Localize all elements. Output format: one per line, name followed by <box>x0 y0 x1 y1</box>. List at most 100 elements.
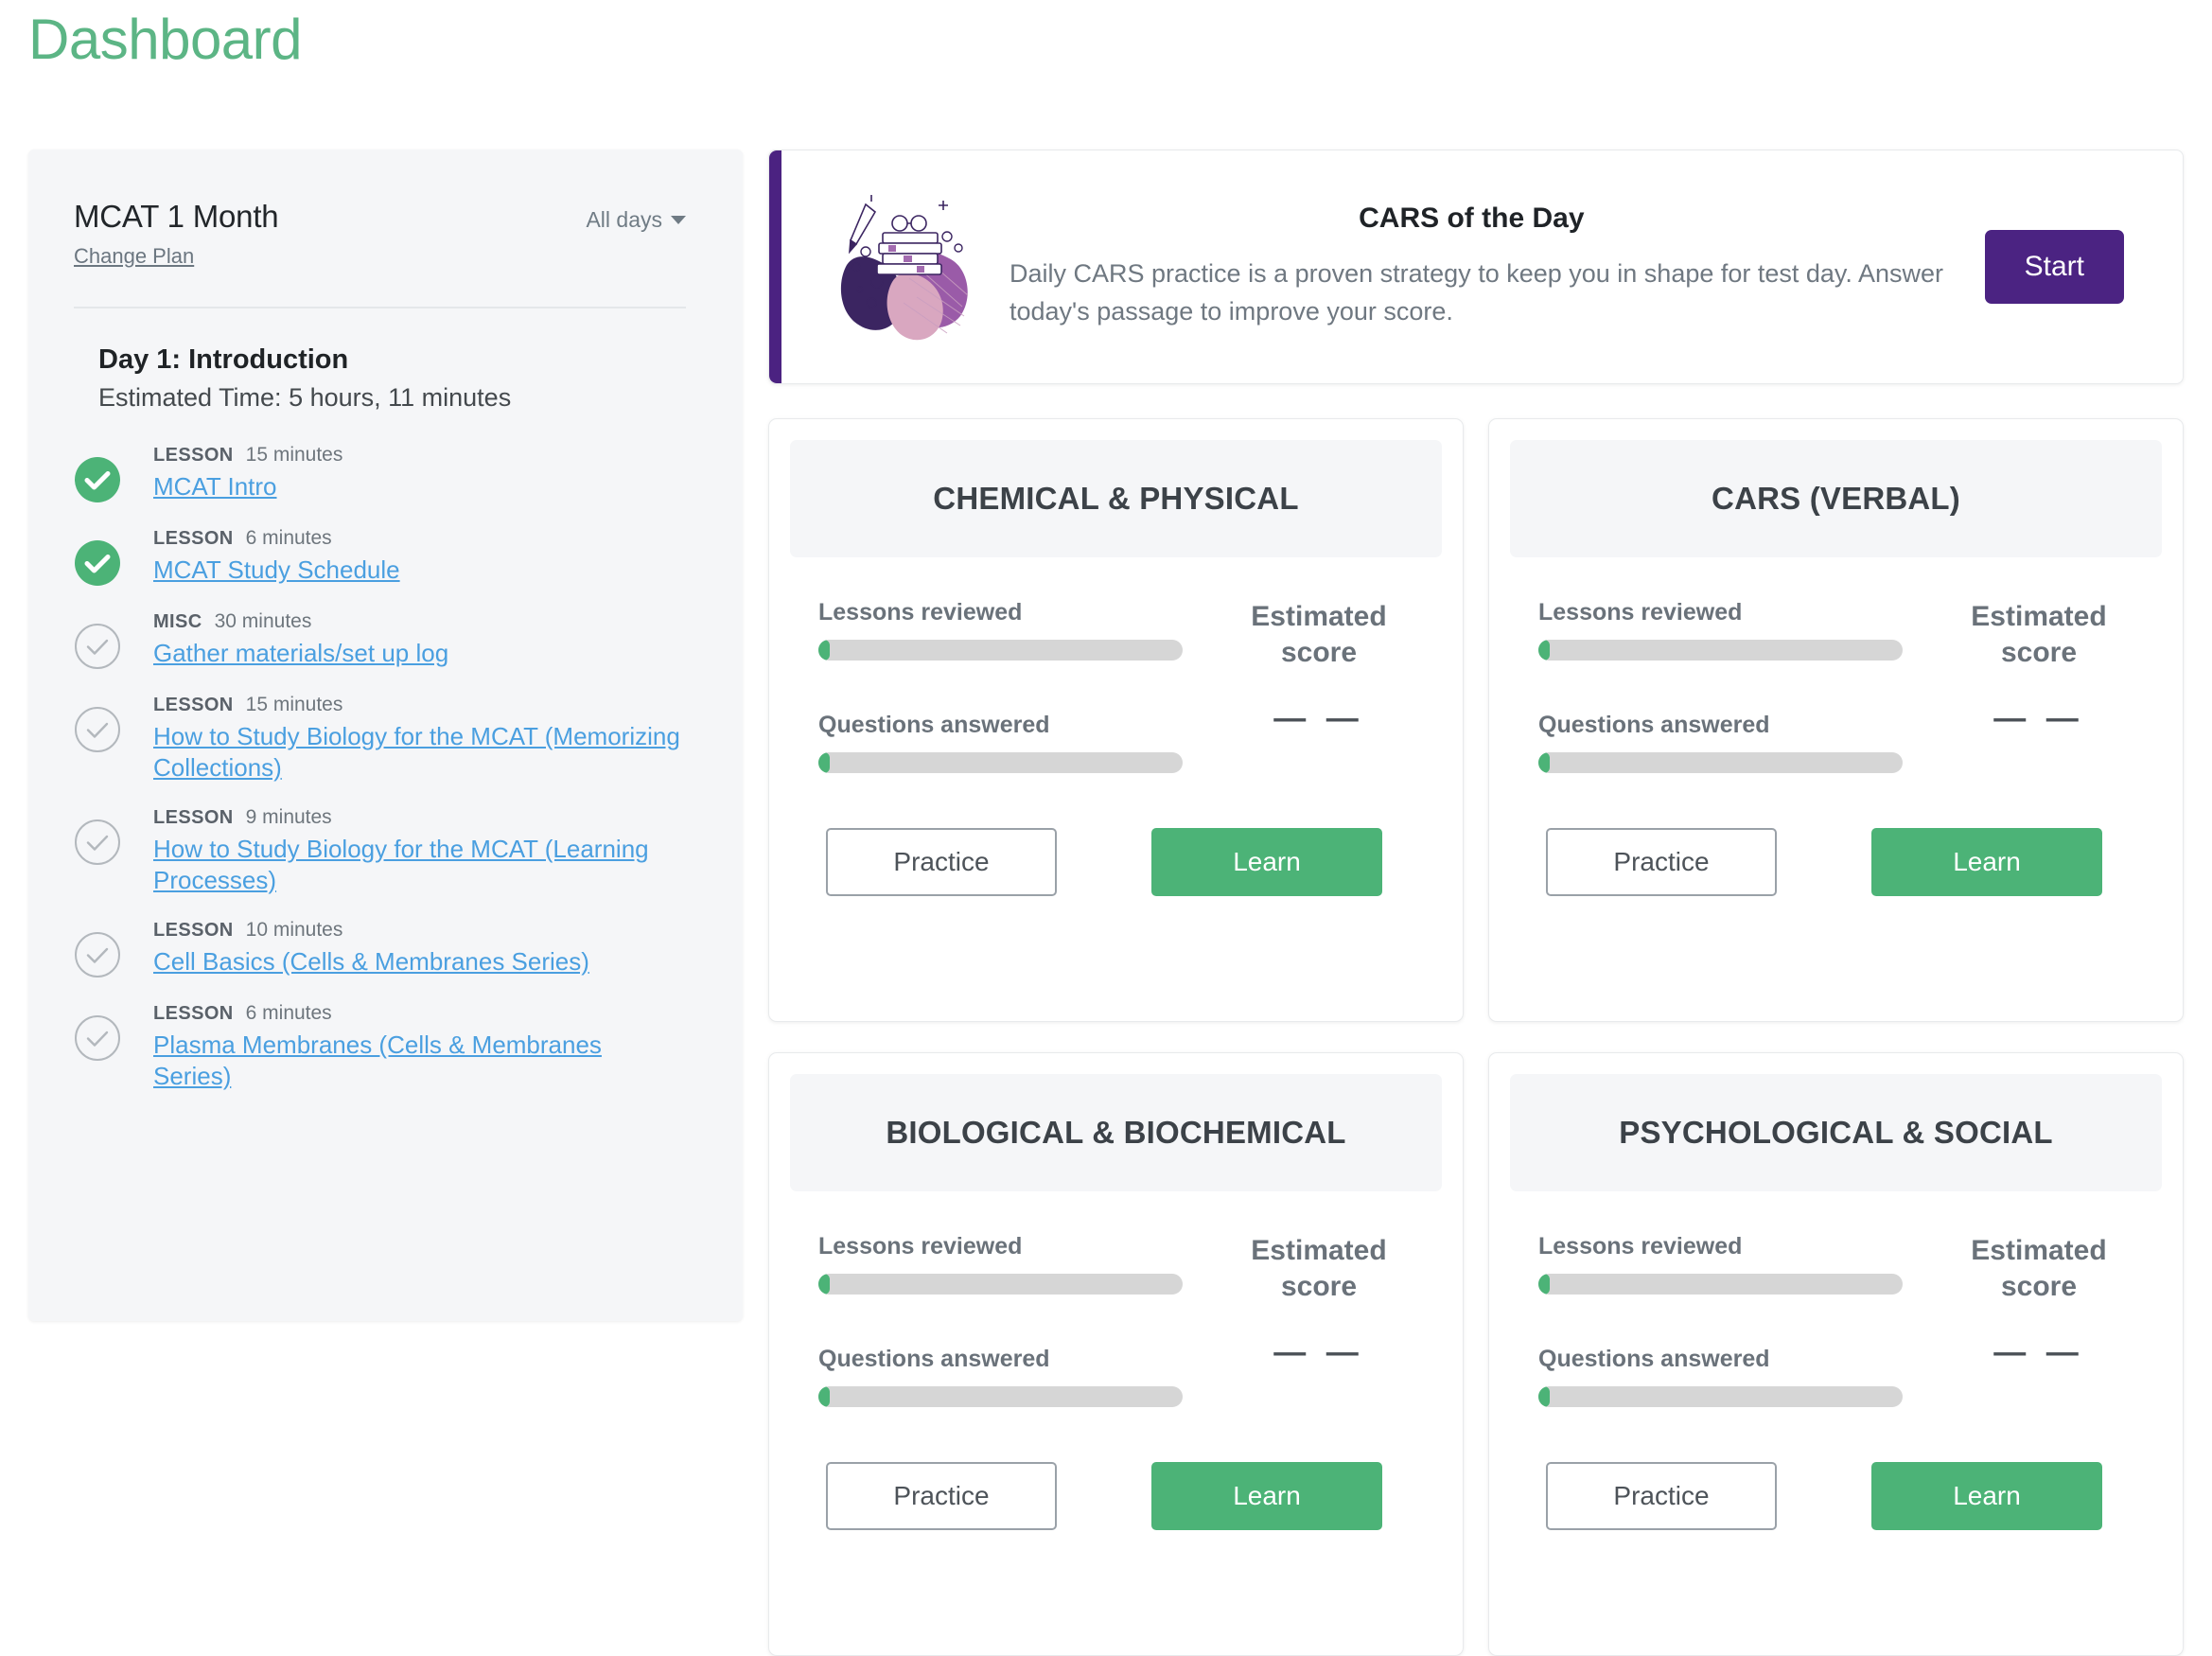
all-days-label: All days <box>586 207 662 232</box>
subject-card-actions: Practice Learn <box>790 828 1442 896</box>
task-body: LESSON 15 minutes MCAT Intro <box>153 445 342 502</box>
task-kind: LESSON <box>153 528 234 549</box>
estimated-score-value: — — <box>1273 1333 1364 1370</box>
task-meta: LESSON 6 minutes <box>153 528 400 548</box>
check-circle-outline-icon[interactable] <box>74 819 121 866</box>
books-stack-illustration-icon <box>834 191 975 343</box>
questions-answered-label: Questions answered <box>1538 1346 1770 1372</box>
estimated-score-label: Estimated score <box>1971 1235 2107 1303</box>
task-link[interactable]: MCAT Intro <box>153 472 277 501</box>
task-kind: LESSON <box>153 807 234 828</box>
subject-card: BIOLOGICAL & BIOCHEMICAL Lessons reviewed… <box>768 1052 1464 1656</box>
check-circle-filled-icon[interactable] <box>74 539 121 587</box>
task-meta: MISC 30 minutes <box>153 611 448 631</box>
learn-button[interactable]: Learn <box>1151 1462 1382 1530</box>
learn-button[interactable]: Learn <box>1871 828 2102 896</box>
banner-description: Daily CARS practice is a proven strategy… <box>1009 259 1943 326</box>
check-circle-outline-icon[interactable] <box>74 931 121 978</box>
banner-title: CARS of the Day <box>1359 203 1585 235</box>
practice-button[interactable]: Practice <box>1546 1462 1777 1530</box>
banner-accent-bar <box>769 150 781 383</box>
check-circle-outline-icon[interactable] <box>74 706 121 753</box>
task-list: LESSON 15 minutes MCAT Intro LESSON 6 minute… <box>74 445 686 1091</box>
questions-answered-label: Questions answered <box>1538 712 1770 738</box>
subject-stats: Lessons reviewed Questions answered <box>818 1191 1224 1407</box>
task-duration: 9 minutes <box>245 806 332 828</box>
task-kind: LESSON <box>153 1003 234 1024</box>
questions-answered-progress <box>818 1386 1183 1407</box>
task-item: LESSON 10 minutes Cell Basics (Cells & Mem… <box>74 920 686 978</box>
task-link[interactable]: How to Study Biology for the MCAT (Memor… <box>153 722 680 782</box>
task-link[interactable]: Gather materials/set up log <box>153 639 448 667</box>
task-item: MISC 30 minutes Gather materials/set up lo… <box>74 611 686 670</box>
subject-card-body: Lessons reviewed Questions answered Estima… <box>1510 557 2162 773</box>
estimated-score: Estimated score — — <box>1224 1191 1413 1407</box>
check-circle-filled-icon[interactable] <box>74 456 121 503</box>
estimated-score: Estimated score — — <box>1224 557 1413 773</box>
lessons-reviewed-progress <box>1538 640 1903 661</box>
check-circle-outline-icon[interactable] <box>74 623 121 670</box>
task-link[interactable]: Plasma Membranes (Cells & Membranes Seri… <box>153 1031 602 1090</box>
task-duration: 10 minutes <box>245 919 343 941</box>
estimated-score-value: — — <box>1993 1333 2084 1370</box>
check-circle-outline-icon[interactable] <box>74 1014 121 1062</box>
lessons-reviewed-label: Lessons reviewed <box>818 1233 1023 1260</box>
main-content: CARS of the Day Daily CARS practice is a… <box>768 150 2184 1656</box>
all-days-dropdown[interactable]: All days <box>586 207 686 233</box>
start-button[interactable]: Start <box>1984 230 2124 304</box>
task-body: LESSON 6 minutes MCAT Study Schedule <box>153 528 400 586</box>
task-kind: LESSON <box>153 920 234 941</box>
task-link[interactable]: Cell Basics (Cells & Membranes Series) <box>153 947 589 976</box>
task-meta: LESSON 15 minutes <box>153 445 342 465</box>
lessons-reviewed-progress <box>1538 1274 1903 1295</box>
subject-stats: Lessons reviewed Questions answered <box>1538 1191 1944 1407</box>
task-kind: MISC <box>153 611 202 632</box>
task-kind: LESSON <box>153 695 234 715</box>
estimated-score: Estimated score — — <box>1944 1191 2133 1407</box>
subject-stats: Lessons reviewed Questions answered <box>818 557 1224 773</box>
estimated-score: Estimated score — — <box>1944 557 2133 773</box>
task-meta: LESSON 15 minutes <box>153 695 686 714</box>
questions-answered-label: Questions answered <box>818 712 1050 738</box>
subject-card: CARS (VERBAL) Lessons reviewed Questions a… <box>1488 418 2184 1022</box>
task-kind: LESSON <box>153 445 234 466</box>
task-item: LESSON 15 minutes How to Study Biology for… <box>74 695 686 783</box>
task-duration: 15 minutes <box>245 694 343 715</box>
subject-card: PSYCHOLOGICAL & SOCIAL Lessons reviewed Qu… <box>1488 1052 2184 1656</box>
plan-header: MCAT 1 Month All days <box>74 199 686 235</box>
task-body: LESSON 6 minutes Plasma Membranes (Cells &… <box>153 1003 686 1091</box>
lessons-reviewed-label: Lessons reviewed <box>1538 599 1743 625</box>
subject-card-body: Lessons reviewed Questions answered Estima… <box>790 1191 1442 1407</box>
task-duration: 6 minutes <box>245 1002 332 1024</box>
task-duration: 30 minutes <box>214 610 312 632</box>
chevron-down-icon <box>671 216 686 224</box>
subject-name: CARS (VERBAL) <box>1712 481 1960 516</box>
task-item: LESSON 6 minutes MCAT Study Schedule <box>74 528 686 587</box>
day-estimated-time: Estimated Time: 5 hours, 11 minutes <box>98 383 512 412</box>
dashboard-layout: MCAT 1 Month All days Change Plan Day 1:… <box>0 150 2212 1656</box>
questions-answered-progress <box>1538 1386 1903 1407</box>
estimated-score-label: Estimated score <box>1251 1235 1387 1303</box>
subject-stats: Lessons reviewed Questions answered <box>1538 557 1944 773</box>
subject-card-header: CARS (VERBAL) <box>1510 440 2162 557</box>
change-plan-link[interactable]: Change Plan <box>74 244 194 269</box>
task-link[interactable]: MCAT Study Schedule <box>153 555 400 584</box>
questions-answered-label: Questions answered <box>818 1346 1050 1372</box>
subject-card-header: CHEMICAL & PHYSICAL <box>790 440 1442 557</box>
learn-button[interactable]: Learn <box>1871 1462 2102 1530</box>
practice-button[interactable]: Practice <box>1546 828 1777 896</box>
subject-card-body: Lessons reviewed Questions answered Estima… <box>790 557 1442 773</box>
subject-card-header: BIOLOGICAL & BIOCHEMICAL <box>790 1074 1442 1191</box>
practice-button[interactable]: Practice <box>826 828 1057 896</box>
learn-button[interactable]: Learn <box>1151 828 1382 896</box>
practice-button[interactable]: Practice <box>826 1462 1057 1530</box>
lessons-reviewed-progress <box>818 1274 1183 1295</box>
task-duration: 6 minutes <box>245 527 332 549</box>
task-body: LESSON 10 minutes Cell Basics (Cells & Mem… <box>153 920 589 978</box>
banner-text: CARS of the Day Daily CARS practice is a… <box>1009 203 1985 331</box>
task-body: MISC 30 minutes Gather materials/set up lo… <box>153 611 448 669</box>
lessons-reviewed-progress <box>818 640 1183 661</box>
task-item: LESSON 9 minutes How to Study Biology for … <box>74 807 686 895</box>
task-link[interactable]: How to Study Biology for the MCAT (Learn… <box>153 835 649 894</box>
subject-card-header: PSYCHOLOGICAL & SOCIAL <box>1510 1074 2162 1191</box>
